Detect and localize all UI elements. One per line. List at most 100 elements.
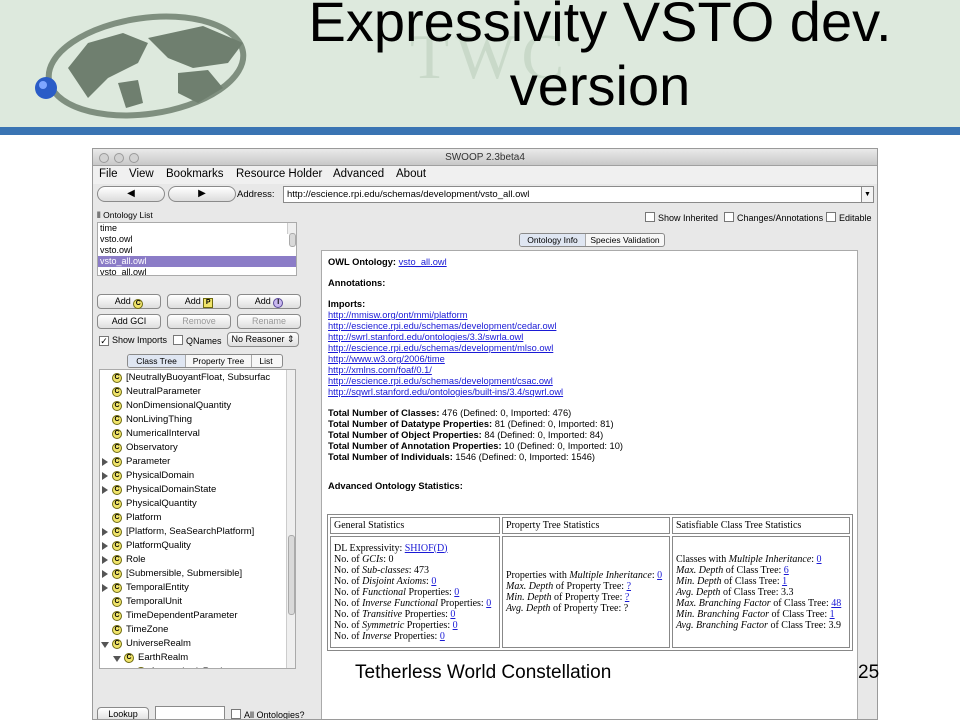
expand-arrow-icon[interactable] bbox=[102, 584, 108, 592]
tab-species-validation[interactable]: Species Validation bbox=[586, 234, 664, 246]
menu-bookmarks[interactable]: Bookmarks bbox=[166, 168, 224, 180]
property-tree-statistics-cell: Properties with Multiple Inheritance: 0 … bbox=[502, 536, 670, 648]
swoop-window: SWOOP 2.3beta4 File View Bookmarks Resou… bbox=[92, 148, 878, 720]
expand-arrow-icon[interactable] bbox=[102, 556, 108, 564]
menu-view[interactable]: View bbox=[129, 168, 154, 180]
class-icon: C bbox=[112, 485, 122, 495]
class-icon: C bbox=[112, 611, 122, 621]
class-icon: C bbox=[133, 299, 144, 309]
import-link[interactable]: http://swrl.stanford.edu/ontologies/3.3/… bbox=[328, 332, 851, 343]
class-min-branching-link[interactable]: 1 bbox=[830, 609, 835, 620]
property-multi-inheritance-link[interactable]: 0 bbox=[657, 570, 662, 581]
slide-title-line-2: version bbox=[509, 54, 691, 117]
navigation-row: ◀ ▶ Address: http://escience.rpi.edu/sch… bbox=[93, 184, 877, 206]
address-dropdown-icon[interactable]: ▼ bbox=[861, 186, 874, 203]
class-tree[interactable]: C AtmosphericRealm C EarthRealm C UniverseRea… bbox=[99, 369, 296, 669]
window-title: SWOOP 2.3beta4 bbox=[445, 152, 525, 163]
general-statistics-cell: DL Expressivity: SHIOF(D) No. of GCIs: 0… bbox=[330, 536, 500, 648]
changes-annotations-checkbox[interactable]: Changes/Annotations bbox=[724, 212, 823, 223]
class-icon: C bbox=[112, 583, 122, 593]
remove-button[interactable]: Remove bbox=[167, 314, 231, 329]
editable-checkbox[interactable]: Editable bbox=[826, 212, 872, 223]
property-icon: P bbox=[203, 298, 214, 308]
lookup-input[interactable] bbox=[155, 706, 225, 719]
import-link[interactable]: http://escience.rpi.edu/schemas/developm… bbox=[328, 321, 851, 332]
class-min-depth-link[interactable]: 1 bbox=[782, 576, 787, 587]
inverse-functional-link[interactable]: 0 bbox=[486, 598, 491, 609]
import-link[interactable]: http://xmlns.com/foaf/0.1/ bbox=[328, 365, 851, 376]
tree-item-label: TemporalUnit bbox=[126, 596, 182, 607]
expand-arrow-icon[interactable] bbox=[102, 528, 108, 536]
import-link[interactable]: http://escience.rpi.edu/schemas/developm… bbox=[328, 343, 851, 354]
class-multi-inheritance-link[interactable]: 0 bbox=[817, 554, 822, 565]
ontology-list-item[interactable]: time bbox=[98, 223, 296, 234]
transitive-link[interactable]: 0 bbox=[450, 609, 455, 620]
expand-arrow-icon[interactable] bbox=[102, 570, 108, 578]
import-link[interactable]: http://sqwrl.stanford.edu/ontologies/bui… bbox=[328, 387, 851, 398]
ontology-list-item[interactable]: vsto.owl bbox=[98, 245, 296, 256]
show-inherited-checkbox[interactable]: Show Inherited bbox=[645, 212, 718, 223]
property-min-depth-link[interactable]: ? bbox=[625, 592, 629, 603]
forward-button[interactable]: ▶ bbox=[168, 186, 236, 202]
address-input[interactable]: http://escience.rpi.edu/schemas/developm… bbox=[283, 186, 863, 203]
owl-ontology-link[interactable]: vsto_all.owl bbox=[399, 257, 447, 267]
add-individual-button[interactable]: Add I bbox=[237, 294, 301, 309]
import-link[interactable]: http://escience.rpi.edu/schemas/developm… bbox=[328, 376, 851, 387]
imports-label: Imports: bbox=[328, 299, 366, 309]
menu-resource-holder[interactable]: Resource Holder bbox=[236, 168, 322, 180]
dl-expressivity-link[interactable]: SHIOF(D) bbox=[405, 543, 448, 554]
add-property-button[interactable]: Add P bbox=[167, 294, 231, 309]
right-panel: Show Inherited Changes/Annotations Edita… bbox=[313, 206, 877, 719]
class-icon: C bbox=[112, 471, 122, 481]
property-max-depth-link[interactable]: ? bbox=[627, 581, 631, 592]
expand-arrow-icon[interactable] bbox=[126, 668, 132, 669]
ontology-list-item[interactable]: vsto.owl bbox=[98, 234, 296, 245]
class-icon: C bbox=[112, 597, 122, 607]
all-ontologies-checkbox[interactable]: All Ontologies? bbox=[231, 709, 305, 719]
tab-list[interactable]: List bbox=[252, 355, 280, 367]
ontology-list[interactable]: time vsto.owl vsto.owl vsto_all.owl vsto… bbox=[97, 222, 297, 276]
qnames-checkbox[interactable]: QNames bbox=[173, 335, 222, 346]
tab-property-tree[interactable]: Property Tree bbox=[186, 355, 252, 367]
header-divider bbox=[0, 127, 960, 135]
class-icon: C bbox=[136, 667, 146, 668]
lookup-button[interactable]: Lookup bbox=[97, 707, 149, 719]
rename-button[interactable]: Rename bbox=[237, 314, 301, 329]
tab-class-tree[interactable]: Class Tree bbox=[128, 355, 186, 367]
class-max-branching-link[interactable]: 48 bbox=[831, 598, 841, 609]
menu-file[interactable]: File bbox=[99, 168, 118, 180]
inverse-link[interactable]: 0 bbox=[440, 631, 445, 642]
address-label: Address: bbox=[237, 189, 275, 200]
stats-header-class-tree: Satisfiable Class Tree Statistics bbox=[672, 517, 850, 534]
collapse-arrow-icon[interactable] bbox=[101, 642, 109, 648]
tree-item-label: Observatory bbox=[126, 442, 178, 453]
class-icon: C bbox=[124, 653, 134, 663]
functional-link[interactable]: 0 bbox=[454, 587, 459, 598]
add-gci-button[interactable]: Add GCI bbox=[97, 314, 161, 329]
footer-text: Tetherless World Constellation bbox=[355, 662, 612, 683]
ontology-list-item[interactable]: vsto_all.owl bbox=[98, 267, 296, 275]
reasoner-select[interactable]: No Reasoner ⇕ bbox=[227, 332, 299, 347]
expand-arrow-icon[interactable] bbox=[102, 458, 108, 466]
menu-advanced[interactable]: Advanced bbox=[333, 168, 384, 180]
add-class-button[interactable]: Add C bbox=[97, 294, 161, 309]
expand-arrow-icon[interactable] bbox=[102, 486, 108, 494]
class-icon: C bbox=[112, 401, 122, 411]
class-tree-scrollbar[interactable] bbox=[286, 370, 295, 668]
ontology-list-scrollbar[interactable] bbox=[287, 223, 296, 247]
menu-about[interactable]: About bbox=[396, 168, 426, 180]
symmetric-link[interactable]: 0 bbox=[453, 620, 458, 631]
back-button[interactable]: ◀ bbox=[97, 186, 165, 202]
expand-arrow-icon[interactable] bbox=[102, 542, 108, 550]
collapse-arrow-icon[interactable] bbox=[113, 656, 121, 662]
class-icon: C bbox=[112, 569, 122, 579]
tab-ontology-info[interactable]: Ontology Info bbox=[520, 234, 586, 246]
tree-item-label: PhysicalDomain bbox=[126, 470, 195, 481]
import-link[interactable]: http://www.w3.org/2006/time bbox=[328, 354, 851, 365]
show-imports-checkbox[interactable]: ✓ Show Imports bbox=[99, 335, 167, 346]
ontology-list-item-selected[interactable]: vsto_all.owl bbox=[98, 256, 296, 267]
disjoint-axioms-link[interactable]: 0 bbox=[431, 576, 436, 587]
import-link[interactable]: http://mmisw.org/ont/mmi/platform bbox=[328, 310, 851, 321]
expand-arrow-icon[interactable] bbox=[102, 472, 108, 480]
class-max-depth-link[interactable]: 6 bbox=[784, 565, 789, 576]
